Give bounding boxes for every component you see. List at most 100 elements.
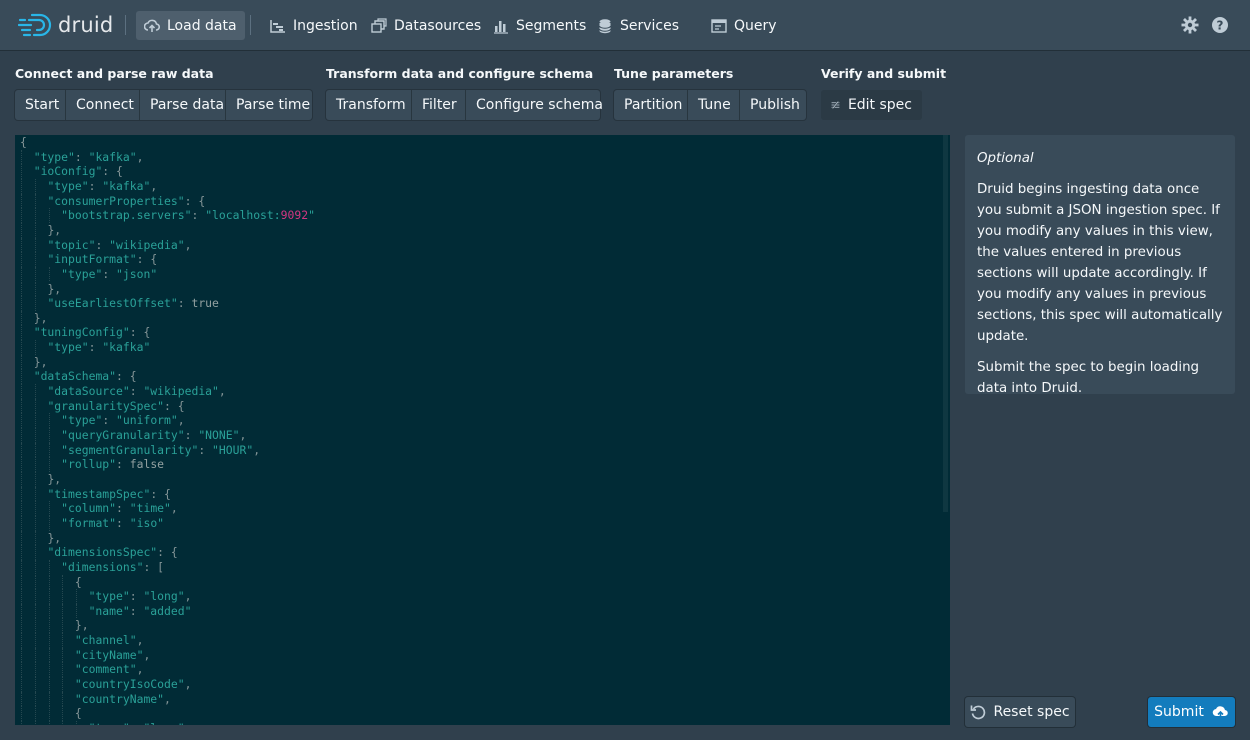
indent-guide [62, 647, 64, 663]
help-icon[interactable]: ? [1211, 16, 1229, 34]
indent-guide [48, 618, 50, 634]
indent-guide [21, 574, 22, 590]
cog-icon[interactable] [1181, 16, 1199, 34]
info-panel: Optional Druid begins ingesting data onc… [965, 135, 1235, 396]
indent-guide [48, 413, 50, 428]
code-line: { [20, 135, 27, 149]
step-group-title: Transform data and configure schema [326, 66, 594, 81]
indent-guide [21, 471, 22, 487]
druid-logo[interactable]: druid [18, 11, 113, 39]
indent-guide [34, 471, 36, 487]
indent-guide [48, 559, 50, 575]
editor-scrollbar[interactable] [943, 135, 948, 512]
code-line: "inputFormat": { [47, 252, 158, 267]
code-line: "dimensions": [ [61, 559, 165, 574]
code-line: }, [47, 530, 62, 545]
indent-guide [48, 515, 50, 531]
code-line: "timestampSpec": { [47, 486, 171, 501]
indent-guide [62, 677, 64, 692]
nav-query[interactable]: Query [703, 11, 785, 40]
indent-guide [21, 178, 22, 194]
nav-load-data-label: Load data [167, 17, 237, 34]
gantt-chart-icon [270, 19, 285, 33]
nav-load-data[interactable]: Load data [136, 11, 245, 40]
nav-ingestion[interactable]: Ingestion [262, 11, 366, 40]
step-buttons-tune: Partition Tune Publish [614, 90, 806, 120]
code-line: "consumerProperties": { [47, 193, 206, 208]
indent-guide [34, 222, 36, 238]
submit-button[interactable]: Submit [1148, 697, 1235, 727]
indent-guide [34, 252, 36, 267]
indent-guide [34, 618, 36, 634]
indent-guide [48, 691, 50, 707]
reset-spec-label: Reset spec [993, 704, 1070, 720]
code-line: "rollup": false [61, 457, 165, 472]
code-line: "dataSchema": { [33, 369, 137, 384]
indent-guide [21, 662, 22, 678]
indent-guide [21, 603, 22, 619]
indent-guide [34, 589, 36, 604]
step-connect-button[interactable]: Connect [66, 90, 140, 120]
code-line: "type": "json" [61, 266, 158, 281]
code-line: "type": "long", [20, 721, 192, 725]
step-transform-button[interactable]: Transform [326, 90, 412, 120]
indent-guide [21, 237, 22, 253]
top-navbar: druid Load data Ingestion Datasources Se… [0, 0, 1250, 50]
nav-datasources[interactable]: Datasources [363, 11, 489, 40]
nav-segments[interactable]: Segments [485, 11, 594, 40]
step-tune-button[interactable]: Tune [688, 90, 740, 120]
indent-guide [62, 662, 64, 678]
nav-segments-label: Segments [516, 17, 587, 34]
indent-guide [34, 296, 36, 311]
nav-services[interactable]: Services [589, 11, 687, 40]
step-group-connect: Connect and parse raw data Start Connect… [15, 66, 312, 120]
indent-guide [48, 633, 50, 648]
nav-divider [250, 15, 251, 35]
indent-guide [34, 413, 36, 428]
indent-guide [34, 457, 36, 472]
step-buttons-connect: Start Connect Parse data Parse time [15, 90, 312, 120]
indent-guide [34, 515, 36, 531]
indent-guide [48, 662, 50, 678]
json-spec-editor[interactable]: { "type": "kafka", "ioConfig": { "type":… [15, 135, 950, 725]
indent-guide [62, 589, 64, 604]
indent-guide [21, 721, 22, 725]
step-publish-button[interactable]: Publish [740, 90, 806, 120]
indent-guide [21, 149, 22, 165]
code-line: "topic": "wikipedia", [47, 237, 192, 252]
indent-guide [21, 208, 22, 223]
indent-guide [21, 486, 22, 502]
nav-query-label: Query [734, 17, 777, 34]
code-line: }, [33, 310, 48, 325]
code-line: "queryGranularity": "NONE", [61, 428, 247, 442]
indent-guide [21, 296, 22, 311]
indent-guide [21, 384, 22, 399]
code-line: "bootstrap.servers": "localhost:9092" [61, 208, 315, 223]
code-line: "type": "uniform", [61, 413, 185, 428]
reset-spec-button[interactable]: Reset spec [965, 697, 1075, 727]
nav-services-label: Services [620, 17, 680, 34]
code-line: "dataSource": "wikipedia", [47, 384, 226, 399]
step-filter-button[interactable]: Filter [412, 90, 466, 120]
indent-guide [34, 266, 36, 282]
step-partition-button[interactable]: Partition [614, 90, 688, 120]
indent-guide [21, 281, 22, 297]
indent-guide [34, 208, 36, 223]
indent-guide [48, 677, 50, 692]
step-edit-spec-button[interactable]: Edit spec [821, 90, 922, 120]
step-edit-spec-label: Edit spec [847, 97, 912, 113]
step-start-button[interactable]: Start [15, 90, 66, 120]
code-line: "segmentGranularity": "HOUR", [61, 442, 261, 457]
indent-guide [34, 486, 36, 502]
indent-guide [21, 428, 22, 443]
indent-guide [21, 310, 22, 326]
step-parse-time-button[interactable]: Parse time [226, 90, 312, 120]
indent-guide [34, 428, 36, 443]
indent-guide [48, 457, 50, 472]
step-configure-schema-button[interactable]: Configure schema [466, 90, 603, 120]
druid-logo-icon [18, 13, 52, 37]
info-heading: Optional [977, 151, 1034, 166]
code-line: "granularitySpec": { [47, 398, 185, 413]
indent-guide [62, 691, 64, 707]
step-parse-data-button[interactable]: Parse data [140, 90, 226, 120]
